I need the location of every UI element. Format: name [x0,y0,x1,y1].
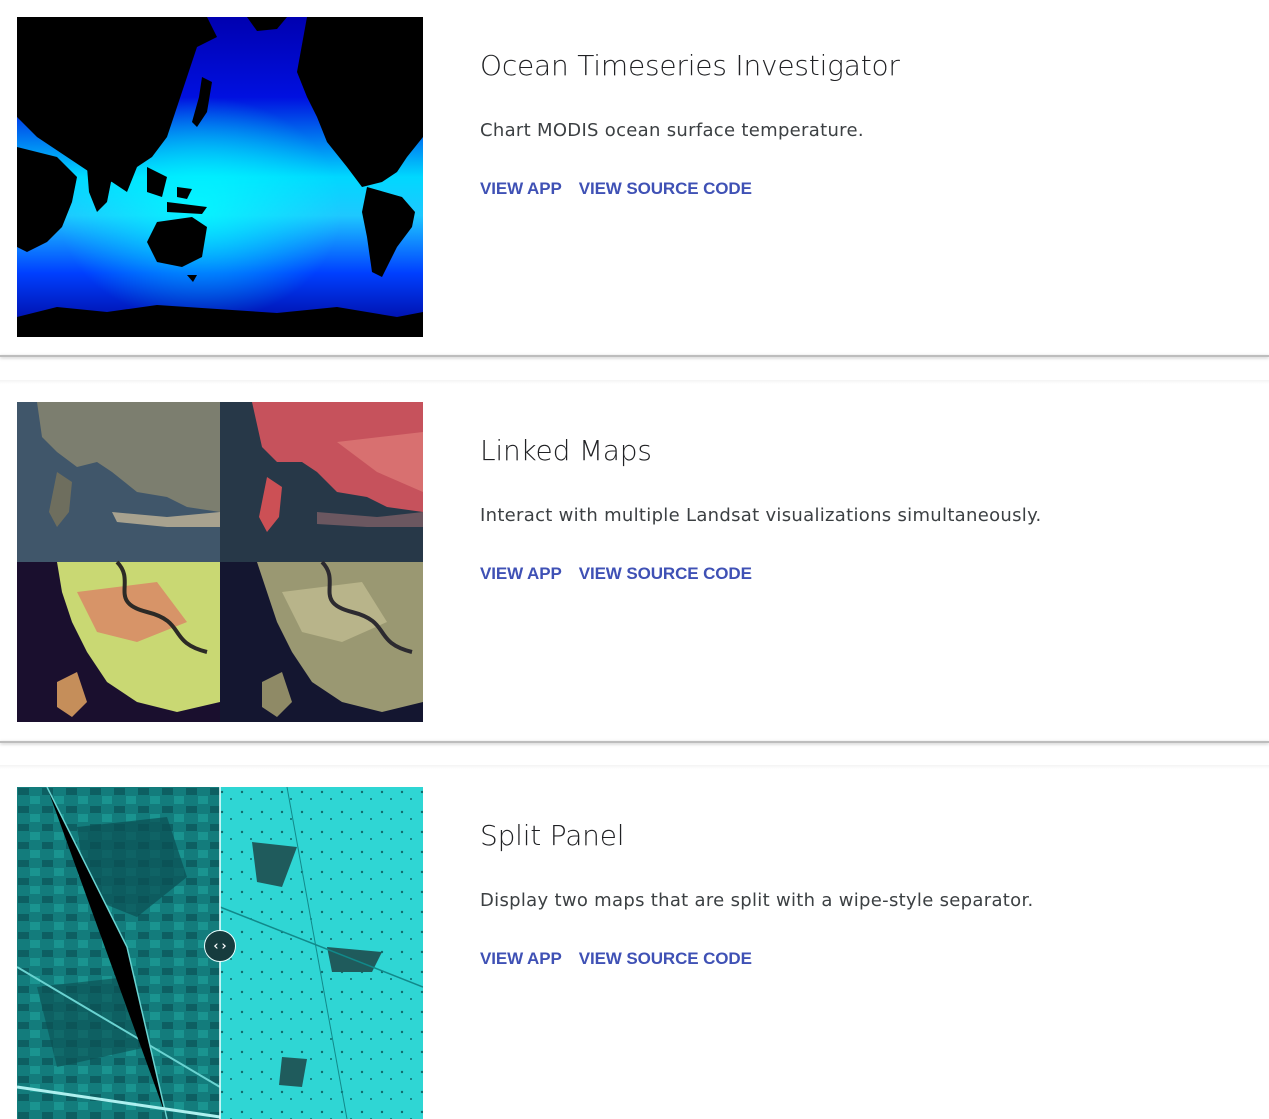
app-card-split-panel: ‹› Split Panel Display two maps that are… [0,765,1269,1119]
view-app-link[interactable]: VIEW APP [480,947,562,971]
app-card-linked-maps: Linked Maps Interact with multiple Lands… [0,380,1269,743]
app-description: Chart MODIS ocean surface temperature. [480,120,864,141]
view-source-code-link[interactable]: VIEW SOURCE CODE [579,177,752,201]
app-title: Split Panel [480,819,625,852]
app-actions: VIEW APP VIEW SOURCE CODE [480,177,752,201]
app-title: Ocean Timeseries Investigator [480,49,900,82]
app-description: Interact with multiple Landsat visualiza… [480,505,1042,526]
linked-maps-thumbnail[interactable] [17,402,423,722]
view-source-code-link[interactable]: VIEW SOURCE CODE [579,562,752,586]
view-source-code-link[interactable]: VIEW SOURCE CODE [579,947,752,971]
view-app-link[interactable]: VIEW APP [480,177,562,201]
card-divider [0,355,1269,357]
card-divider [0,741,1269,743]
app-actions: VIEW APP VIEW SOURCE CODE [480,562,752,586]
chevron-left-right-icon[interactable]: ‹› [204,930,236,962]
app-description: Display two maps that are split with a w… [480,890,1034,911]
card-top-edge [0,765,1269,769]
view-app-link[interactable]: VIEW APP [480,562,562,586]
split-panel-thumbnail[interactable]: ‹› [17,787,423,1119]
ocean-map-thumbnail[interactable] [17,17,423,337]
app-card-ocean-timeseries: Ocean Timeseries Investigator Chart MODI… [0,0,1269,357]
card-top-edge [0,380,1269,384]
app-title: Linked Maps [480,434,652,467]
app-actions: VIEW APP VIEW SOURCE CODE [480,947,752,971]
